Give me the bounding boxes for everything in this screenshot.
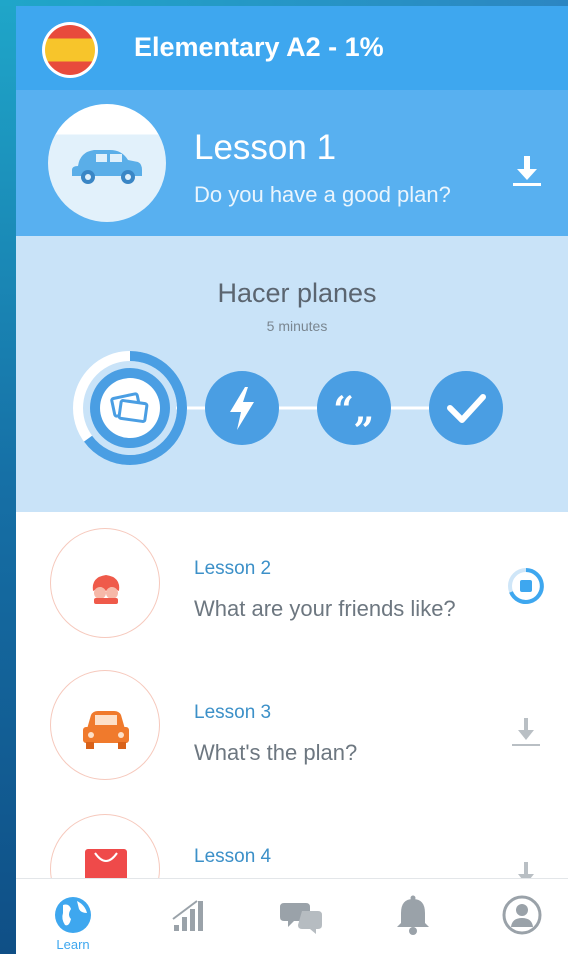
- lesson-1-image: [48, 104, 166, 222]
- spain-flag-icon[interactable]: [42, 22, 98, 78]
- lesson-2-label: Lesson 2: [194, 558, 272, 579]
- download-icon[interactable]: [506, 712, 546, 757]
- course-title: Elementary A2 - 1%: [134, 32, 384, 62]
- nav-notifications[interactable]: [373, 879, 453, 954]
- car-icon: [72, 150, 142, 184]
- lesson-1-title: Do you have a good plan?: [194, 182, 451, 207]
- nav-profile[interactable]: [482, 879, 562, 954]
- globe-icon: [55, 897, 91, 933]
- lesson-detail-panel: Hacer planes 5 minutes “„: [16, 236, 568, 512]
- profile-icon: [502, 895, 542, 935]
- lesson-1-label: Lesson 1: [194, 128, 337, 167]
- nav-chat[interactable]: [260, 879, 340, 954]
- car-front-icon: [83, 711, 129, 749]
- step-speed[interactable]: [205, 371, 279, 445]
- lesson-3-title: What's the plan?: [194, 740, 358, 765]
- nav-learn-label: Learn: [56, 937, 90, 952]
- nav-stats[interactable]: [147, 879, 227, 954]
- download-icon[interactable]: [510, 150, 544, 195]
- chat-icon: [280, 903, 322, 934]
- lesson-4-label: Lesson 4: [194, 846, 272, 867]
- quote-icon: “„: [333, 389, 374, 431]
- lesson-3-image: [50, 670, 160, 780]
- downloading-icon[interactable]: [506, 566, 546, 611]
- bell-icon: [397, 895, 429, 935]
- lesson-1-card[interactable]: Lesson 1 Do you have a good plan?: [16, 90, 568, 236]
- course-header: Elementary A2 - 1%: [16, 6, 568, 90]
- lesson-list-item[interactable]: Lesson 2 What are your friends like?: [16, 512, 568, 656]
- lesson-list-item[interactable]: Lesson 3 What's the plan?: [16, 656, 568, 800]
- lesson-3-label: Lesson 3: [194, 702, 272, 723]
- stats-icon: [172, 900, 203, 931]
- bottom-navigation: Learn: [16, 878, 568, 954]
- nav-learn[interactable]: Learn: [33, 879, 113, 954]
- app-screen: Elementary A2 - 1% Lesson 1 Do you have …: [16, 6, 568, 954]
- background-edge: [0, 0, 16, 954]
- step-quote[interactable]: “„: [317, 371, 391, 445]
- lesson-steps: “„: [73, 351, 503, 465]
- step-flashcards[interactable]: [73, 351, 187, 465]
- lesson-2-title: What are your friends like?: [194, 596, 456, 621]
- step-review[interactable]: [429, 371, 503, 445]
- friends-icon: [92, 575, 120, 604]
- lesson-2-image: [50, 528, 160, 638]
